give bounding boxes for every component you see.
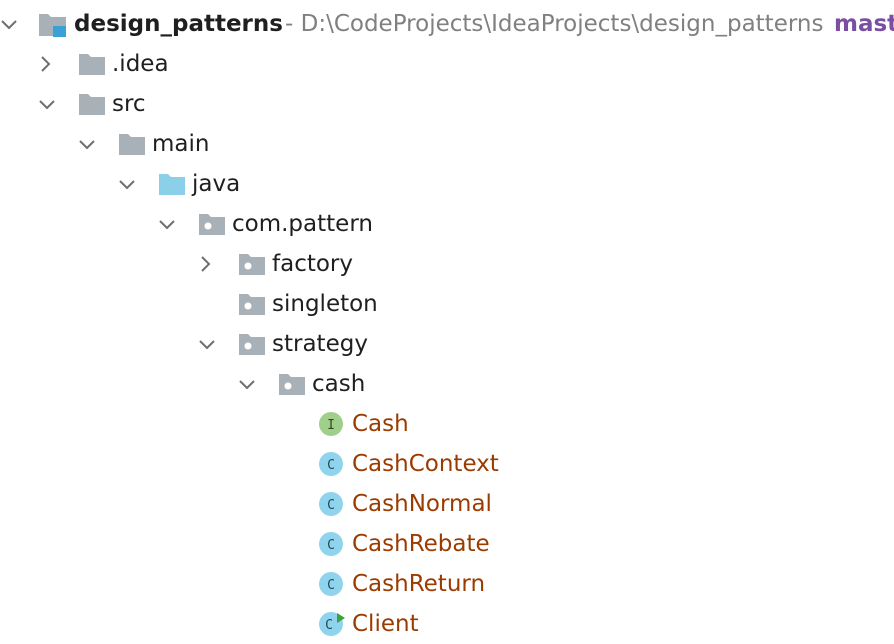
tree-row-class[interactable]: I Cash xyxy=(0,404,894,444)
tree-row-class[interactable]: C CashRebate xyxy=(0,524,894,564)
class-label: Client xyxy=(352,611,419,637)
folder-icon xyxy=(118,131,146,157)
folder-icon xyxy=(78,51,106,77)
svg-text:C: C xyxy=(327,538,335,553)
svg-text:C: C xyxy=(325,618,333,633)
module-folder-icon xyxy=(38,11,66,37)
chevron-down-icon[interactable] xyxy=(196,333,218,355)
svg-text:C: C xyxy=(327,458,335,473)
chevron-right-icon[interactable] xyxy=(34,53,56,75)
tree-row-class[interactable]: C CashContext xyxy=(0,444,894,484)
class-icon: C xyxy=(318,571,346,597)
folder-label: java xyxy=(192,171,241,197)
folder-label: src xyxy=(112,91,146,117)
chevron-right-icon[interactable] xyxy=(194,253,216,275)
package-label: com.pattern xyxy=(232,211,373,237)
package-label: factory xyxy=(272,251,353,277)
runnable-class-icon: C xyxy=(318,611,346,637)
package-icon xyxy=(278,371,306,397)
svg-text:C: C xyxy=(327,578,335,593)
tree-row-class[interactable]: C CashReturn xyxy=(0,564,894,604)
class-label: CashContext xyxy=(352,451,499,477)
tree-row-com-pattern[interactable]: com.pattern xyxy=(0,204,894,244)
class-label: CashReturn xyxy=(352,571,486,597)
package-icon xyxy=(238,331,266,357)
tree-row-idea[interactable]: .idea xyxy=(0,44,894,84)
folder-label: main xyxy=(152,131,210,157)
chevron-down-icon[interactable] xyxy=(236,373,258,395)
chevron-down-icon[interactable] xyxy=(36,93,58,115)
package-label: singleton xyxy=(272,291,378,317)
project-path: - D:\CodeProjects\IdeaProjects\design_pa… xyxy=(285,11,824,37)
project-tree: design_patterns - D:\CodeProjects\IdeaPr… xyxy=(0,0,894,637)
chevron-down-icon[interactable] xyxy=(76,133,98,155)
tree-row-cash[interactable]: cash xyxy=(0,364,894,404)
chevron-down-icon[interactable] xyxy=(0,13,20,35)
chevron-down-icon[interactable] xyxy=(156,213,178,235)
svg-text:C: C xyxy=(327,498,335,513)
package-icon xyxy=(238,291,266,317)
class-label: CashNormal xyxy=(352,491,492,517)
tree-row-factory[interactable]: factory xyxy=(0,244,894,284)
class-label: Cash xyxy=(352,411,409,437)
folder-icon xyxy=(78,91,106,117)
package-label: cash xyxy=(312,371,366,397)
tree-row-strategy[interactable]: strategy xyxy=(0,324,894,364)
class-label: CashRebate xyxy=(352,531,490,557)
class-icon: C xyxy=(318,491,346,517)
git-branch: mast xyxy=(834,11,894,37)
package-icon xyxy=(198,211,226,237)
tree-row-main[interactable]: main xyxy=(0,124,894,164)
tree-row-src[interactable]: src xyxy=(0,84,894,124)
svg-text:I: I xyxy=(327,418,335,433)
chevron-down-icon[interactable] xyxy=(116,173,138,195)
class-icon: C xyxy=(318,451,346,477)
tree-row-class[interactable]: C CashNormal xyxy=(0,484,894,524)
tree-row-java[interactable]: java xyxy=(0,164,894,204)
tree-row-singleton[interactable]: singleton xyxy=(0,284,894,324)
project-name: design_patterns xyxy=(74,11,283,37)
folder-label: .idea xyxy=(112,51,169,77)
class-icon: C xyxy=(318,531,346,557)
tree-row-project[interactable]: design_patterns - D:\CodeProjects\IdeaPr… xyxy=(0,4,894,44)
package-label: strategy xyxy=(272,331,368,357)
tree-row-class[interactable]: C Client xyxy=(0,604,894,644)
interface-icon: I xyxy=(318,411,346,437)
source-folder-icon xyxy=(158,171,186,197)
package-icon xyxy=(238,251,266,277)
